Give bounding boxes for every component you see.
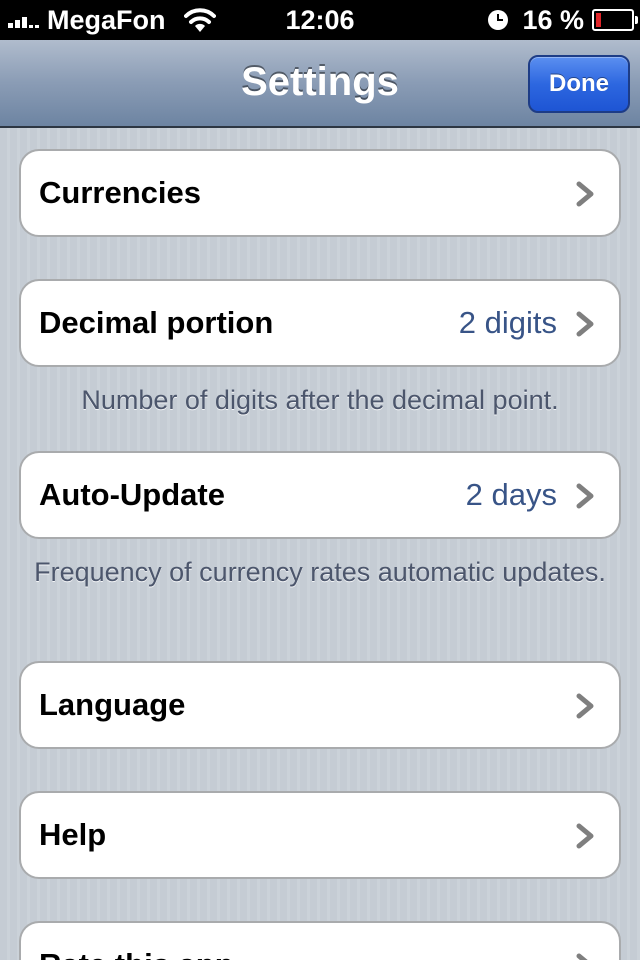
alarm-clock-icon: [488, 10, 509, 30]
rate-app-cell[interactable]: Rate this app: [19, 921, 621, 960]
decimal-portion-footer: Number of digits after the decimal point…: [81, 385, 559, 415]
language-cell[interactable]: Language: [19, 661, 621, 749]
navigation-bar: Settings Done: [0, 40, 640, 128]
auto-update-value: 2 days: [465, 477, 557, 512]
battery-icon: [592, 9, 638, 31]
battery-fill: [596, 13, 601, 27]
currencies-label: Currencies: [39, 175, 201, 210]
currencies-cell[interactable]: Currencies: [19, 149, 621, 237]
decimal-portion-label: Decimal portion: [39, 305, 274, 340]
decimal-portion-cell[interactable]: Decimal portion 2 digits: [19, 279, 621, 367]
chevron-right-icon: [576, 311, 594, 337]
auto-update-label: Auto-Update: [39, 477, 225, 512]
rate-app-label: Rate this app: [39, 923, 234, 960]
status-right: 16 %: [488, 0, 638, 40]
done-button[interactable]: Done: [528, 55, 630, 113]
help-cell[interactable]: Help: [19, 791, 621, 879]
decimal-portion-value: 2 digits: [458, 305, 557, 340]
chevron-right-icon: [576, 181, 594, 207]
language-label: Language: [39, 687, 186, 722]
chevron-right-icon: [576, 953, 588, 960]
auto-update-footer: Frequency of currency rates automatic up…: [34, 557, 606, 587]
chevron-right-icon: [576, 483, 594, 509]
help-label: Help: [39, 817, 107, 852]
chevron-right-icon: [576, 693, 594, 719]
auto-update-cell[interactable]: Auto-Update 2 days: [19, 451, 621, 539]
status-bar: MegaFon 12:06 16 %: [0, 0, 640, 40]
battery-percent: 16 %: [522, 4, 584, 35]
chevron-right-icon: [576, 823, 594, 849]
